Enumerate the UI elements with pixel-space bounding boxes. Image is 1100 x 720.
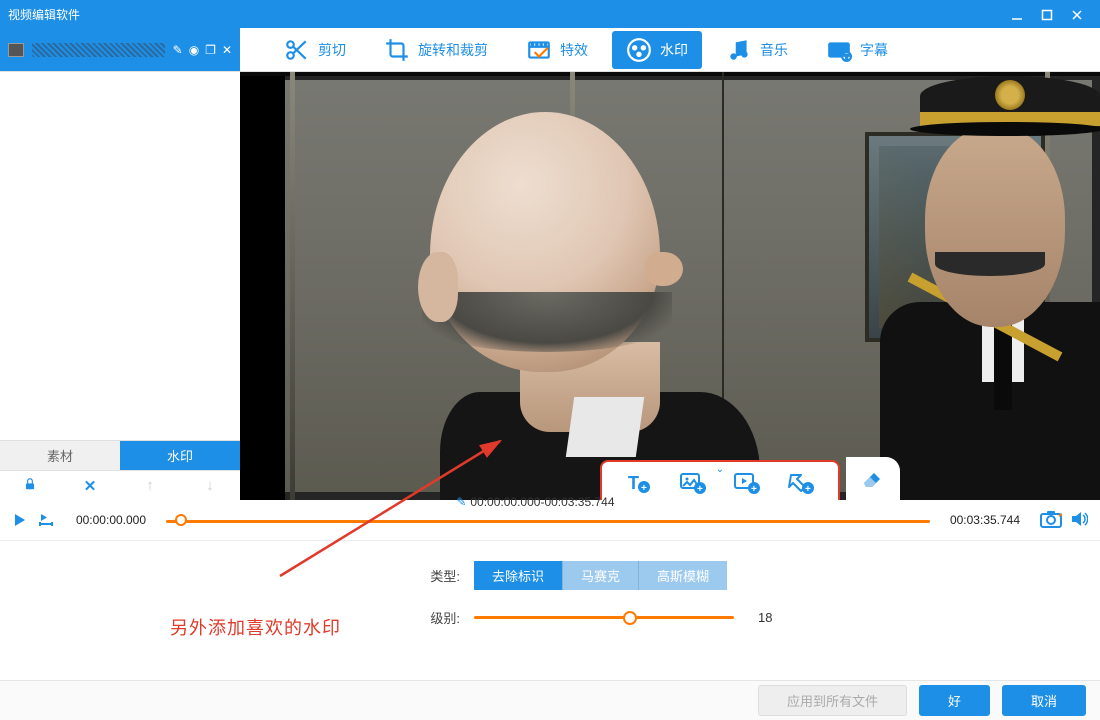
cancel-button[interactable]: 取消 <box>1002 685 1086 716</box>
tab-cut[interactable]: 剪切 <box>270 31 360 69</box>
volume-button[interactable] <box>1070 511 1088 530</box>
tab-label: 水印 <box>660 40 688 60</box>
scissors-icon <box>284 37 310 63</box>
tab-music[interactable]: 音乐 <box>712 31 802 69</box>
tab-label: 特效 <box>560 40 588 60</box>
watermark-toolbar: ⌄ T+ + + + <box>600 457 900 500</box>
subtitle-icon: SUBT <box>826 37 852 63</box>
music-icon <box>726 37 752 63</box>
title-bar: 视频编辑软件 <box>0 0 1100 28</box>
footer: 应用到所有文件 好 取消 <box>0 680 1100 720</box>
seg-blur[interactable]: 高斯模糊 <box>639 561 727 590</box>
chevron-down-icon[interactable]: ⌄ <box>716 464 724 475</box>
eye-icon[interactable]: ◉ <box>189 43 199 57</box>
tab-bar: ✎ ◉ ❐ ✕ 剪切 旋转和裁剪 特效 水印 音乐 SUBT 字幕 <box>0 28 1100 72</box>
type-segmented: 去除标识 马赛克 高斯模糊 <box>474 561 727 590</box>
copy-icon[interactable]: ❐ <box>205 43 216 57</box>
add-video-watermark-icon[interactable]: + <box>734 472 760 494</box>
close-button[interactable] <box>1062 6 1092 22</box>
maximize-button[interactable] <box>1032 6 1062 22</box>
svg-text:+: + <box>697 484 703 494</box>
tab-label: 音乐 <box>760 40 788 60</box>
seg-remove-logo[interactable]: 去除标识 <box>474 561 563 590</box>
sidebar: 素材 水印 ✕ ↑ ↓ <box>0 72 240 500</box>
minimize-button[interactable] <box>1002 6 1032 22</box>
add-text-watermark-icon[interactable]: T+ <box>626 472 652 494</box>
level-slider[interactable] <box>474 611 734 625</box>
watermark-icon <box>626 37 652 63</box>
tab-rotate-crop[interactable]: 旋转和裁剪 <box>370 31 502 69</box>
svg-text:+: + <box>805 484 811 494</box>
ok-button[interactable]: 好 <box>919 685 990 716</box>
edit-range-icon[interactable]: ✎ <box>456 495 466 509</box>
video-preview[interactable]: ⌄ T+ + + + <box>240 72 1100 500</box>
film-icon <box>526 37 552 63</box>
export-frame-button[interactable] <box>38 512 56 528</box>
play-button[interactable] <box>12 512 28 528</box>
annotation-text: 另外添加喜欢的水印 <box>170 614 341 640</box>
timeline-track[interactable]: ✎ 00:00:00.000-00:03:35.744 <box>166 513 930 527</box>
pencil-icon[interactable]: ✎ <box>173 43 183 57</box>
eraser-icon[interactable] <box>860 467 886 489</box>
clip-name <box>32 43 165 57</box>
svg-text:+: + <box>641 483 647 494</box>
svg-text:T: T <box>628 473 639 493</box>
screenshot-button[interactable] <box>1040 510 1062 531</box>
lock-icon[interactable] <box>0 477 60 495</box>
timeline: 00:00:00.000 ✎ 00:00:00.000-00:03:35.744… <box>0 500 1100 540</box>
svg-text:+: + <box>751 484 757 494</box>
clip-header: ✎ ◉ ❐ ✕ <box>0 28 240 71</box>
timeline-range: 00:00:00.000-00:03:35.744 <box>470 495 614 509</box>
app-title: 视频编辑软件 <box>8 6 1002 23</box>
tab-watermark[interactable]: 水印 <box>612 31 702 69</box>
settings-panel: 另外添加喜欢的水印 类型: 去除标识 马赛克 高斯模糊 级别: 18 <box>0 540 1100 680</box>
delete-icon[interactable]: ✕ <box>60 477 120 495</box>
move-down-icon[interactable]: ↓ <box>180 477 240 494</box>
tab-effects[interactable]: 特效 <box>512 31 602 69</box>
level-label: 级别: <box>410 608 460 627</box>
seg-mosaic[interactable]: 马赛克 <box>563 561 639 590</box>
timeline-start: 00:00:00.000 <box>66 513 156 527</box>
add-shape-watermark-icon[interactable]: + <box>788 472 814 494</box>
crop-icon <box>384 37 410 63</box>
tab-subtitle[interactable]: SUBT 字幕 <box>812 31 902 69</box>
move-up-icon[interactable]: ↑ <box>120 477 180 494</box>
sidebar-tab-material[interactable]: 素材 <box>0 441 120 470</box>
delete-clip-icon[interactable]: ✕ <box>222 43 232 57</box>
sidebar-tab-watermark[interactable]: 水印 <box>120 441 240 470</box>
tab-label: 旋转和裁剪 <box>418 40 488 60</box>
timeline-end: 00:03:35.744 <box>940 513 1030 527</box>
tab-label: 字幕 <box>860 40 888 60</box>
tab-label: 剪切 <box>318 40 346 60</box>
add-image-watermark-icon[interactable]: + <box>680 472 706 494</box>
sidebar-body <box>0 72 240 440</box>
apply-all-button[interactable]: 应用到所有文件 <box>758 685 907 716</box>
svg-text:T: T <box>844 52 849 61</box>
level-value: 18 <box>758 610 772 625</box>
clip-thumb-icon <box>8 43 24 57</box>
type-label: 类型: <box>410 566 460 585</box>
